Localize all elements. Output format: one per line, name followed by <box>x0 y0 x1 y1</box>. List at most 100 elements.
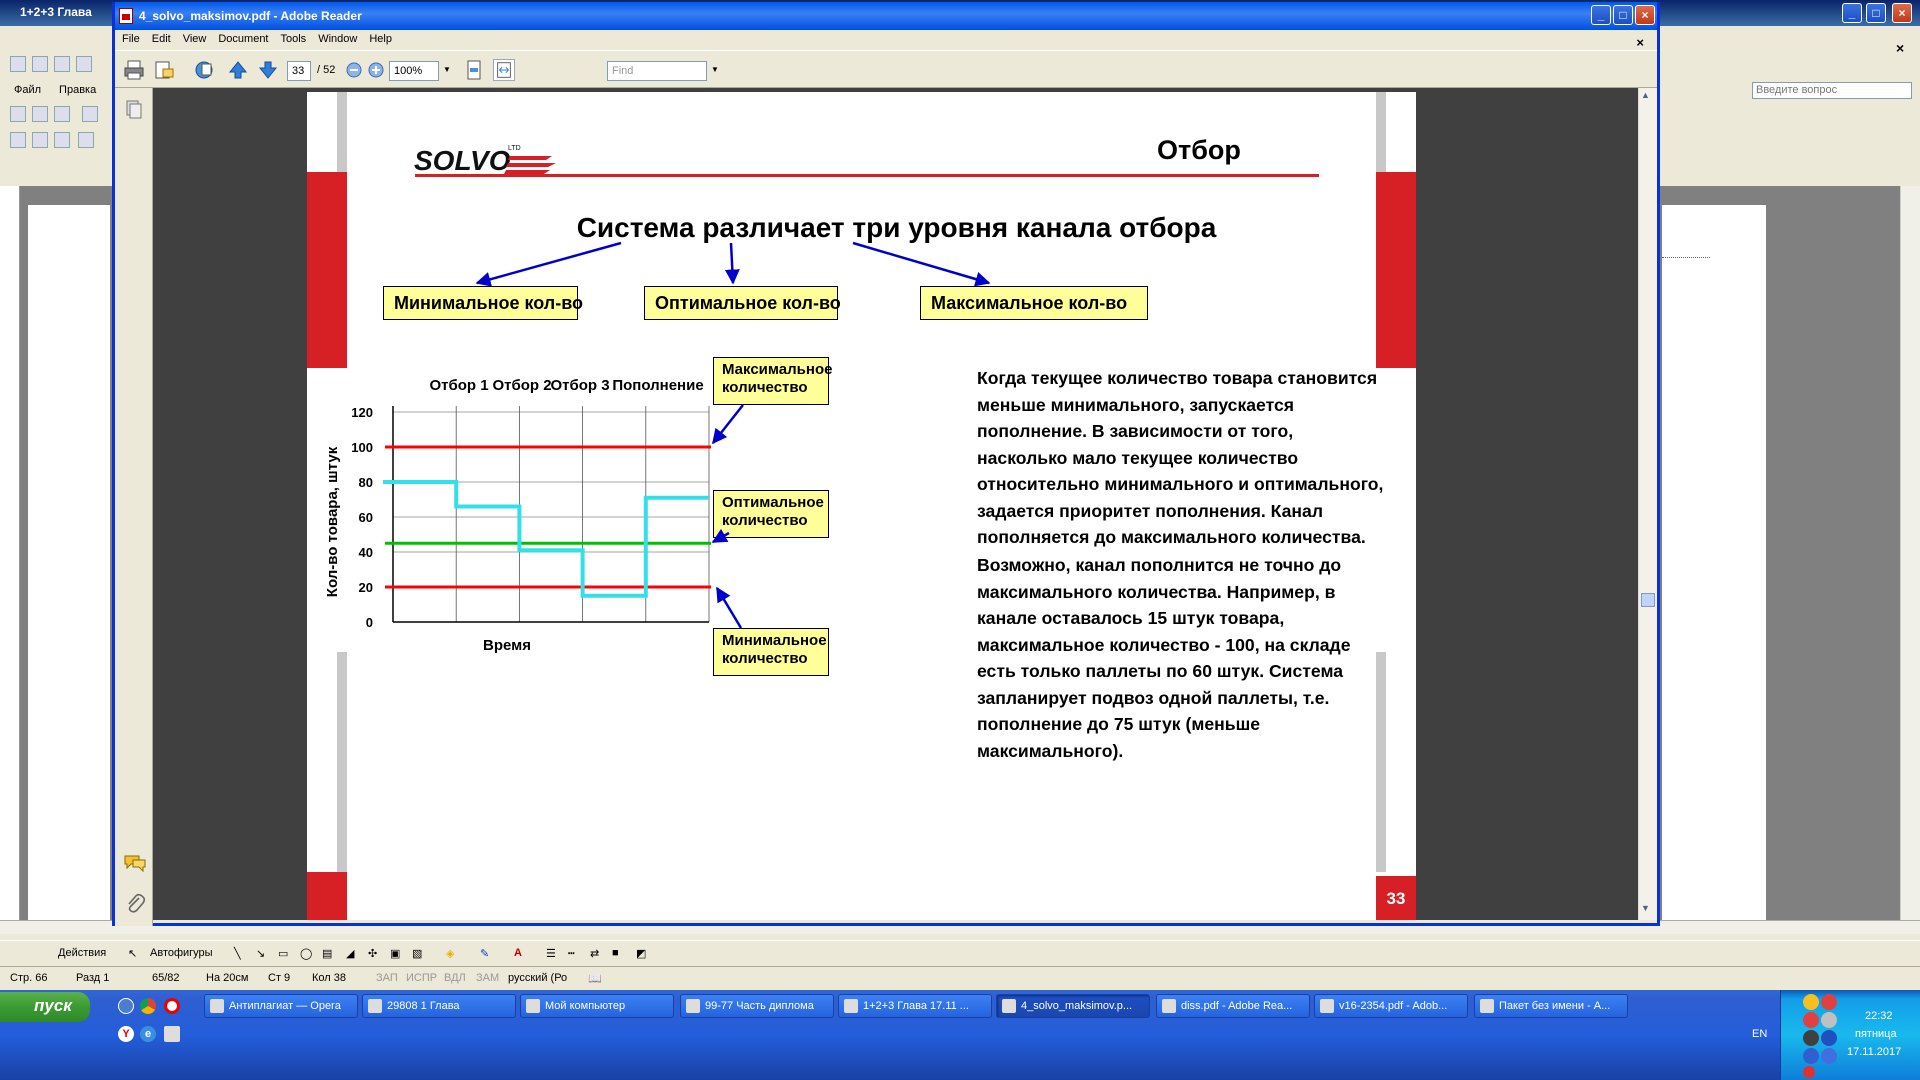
tray-icon-1[interactable] <box>1803 994 1819 1010</box>
skype-icon[interactable] <box>164 1026 180 1042</box>
ie-icon[interactable]: e <box>140 1026 156 1042</box>
page-number-input[interactable]: 33 <box>287 61 311 81</box>
menu-file[interactable]: File <box>115 30 145 45</box>
word-vertical-scrollbar[interactable] <box>1900 186 1920 920</box>
fit-page-icon[interactable] <box>463 59 485 81</box>
email-icon[interactable] <box>153 59 175 81</box>
menu-help[interactable]: Help <box>362 30 397 45</box>
status-ovr[interactable]: ЗАМ <box>476 972 499 984</box>
yandex-icon[interactable]: Y <box>118 1026 134 1042</box>
open-icon[interactable] <box>32 56 48 72</box>
zoom-dropdown-icon[interactable]: ▼ <box>443 65 451 74</box>
autoshapes-menu[interactable]: Автофигуры <box>150 947 213 959</box>
menu-edit[interactable]: Edit <box>145 30 176 45</box>
next-page-icon[interactable] <box>257 59 279 81</box>
arrow-tool-icon[interactable]: ↘ <box>256 947 265 960</box>
close-document-icon[interactable]: × <box>1629 32 1649 50</box>
ask-question-input[interactable]: Введите вопрос <box>1752 82 1912 99</box>
comments-icon[interactable] <box>123 854 147 872</box>
antivirus-icon[interactable] <box>1803 1066 1815 1078</box>
menu-document[interactable]: Document <box>211 30 273 45</box>
show-desktop-icon[interactable] <box>118 998 134 1014</box>
close-doc-icon[interactable]: × <box>1896 40 1904 56</box>
spellcheck-icon[interactable]: 📖 <box>588 972 602 985</box>
find-input[interactable]: Find <box>607 61 707 81</box>
clock-time[interactable]: 22:32 <box>1865 1010 1893 1022</box>
taskbar-button-word1[interactable]: 29808 1 Глава <box>362 994 516 1018</box>
shadow-icon[interactable]: ■ <box>612 947 619 959</box>
fill-color-icon[interactable]: ◈ <box>446 947 454 960</box>
clipart-icon[interactable]: ▣ <box>390 947 400 960</box>
dash-style-icon[interactable]: ┅ <box>568 947 575 960</box>
wordart-icon[interactable]: ◢ <box>346 947 354 960</box>
chrome-icon[interactable] <box>140 998 156 1014</box>
taskbar-button-opera[interactable]: Антиплагиат — Opera <box>204 994 358 1018</box>
tray-icon-6[interactable] <box>1821 1030 1837 1046</box>
save-icon[interactable] <box>54 56 70 72</box>
reader-close-button[interactable]: × <box>1635 5 1655 25</box>
reader-minimize-button[interactable]: _ <box>1591 5 1611 25</box>
line-tool-icon[interactable]: ╲ <box>234 947 241 960</box>
oval-tool-icon[interactable]: ◯ <box>300 947 312 960</box>
table-icon[interactable] <box>54 106 70 122</box>
spelling-icon[interactable] <box>78 132 94 148</box>
eraser-icon[interactable] <box>32 106 48 122</box>
print-icon[interactable] <box>76 56 92 72</box>
zoom-out-icon[interactable] <box>345 61 363 79</box>
maximize-button[interactable]: □ <box>1866 3 1886 23</box>
line-color-icon[interactable]: ✎ <box>480 947 489 960</box>
tray-icon-4[interactable] <box>1821 1012 1837 1028</box>
network-icon[interactable] <box>1803 1048 1819 1064</box>
new-doc-icon[interactable] <box>10 56 26 72</box>
collaborate-icon[interactable] <box>193 59 215 81</box>
pages-icon[interactable] <box>125 100 143 120</box>
scroll-up-icon[interactable]: ▲ <box>1641 90 1650 100</box>
start-button[interactable]: пуск <box>0 992 90 1022</box>
taskbar-button-diss[interactable]: diss.pdf - Adobe Rea... <box>1156 994 1310 1018</box>
status-trk[interactable]: ИСПР <box>406 972 437 984</box>
reader-vertical-scrollbar[interactable]: ▲ ▼ <box>1638 88 1657 920</box>
3d-icon[interactable]: ◩ <box>636 947 646 960</box>
rectangle-tool-icon[interactable]: ▭ <box>278 947 288 960</box>
close-button[interactable]: × <box>1892 3 1912 23</box>
find-dropdown-icon[interactable]: ▼ <box>711 65 719 74</box>
prev-page-icon[interactable] <box>227 59 249 81</box>
opera-icon[interactable] <box>164 998 180 1014</box>
select-arrow-icon[interactable]: ↖ <box>128 947 137 960</box>
print-icon[interactable] <box>123 59 145 81</box>
taskbar-button-mycomputer[interactable]: Мой компьютер <box>520 994 674 1018</box>
menu-tools[interactable]: Tools <box>274 30 312 45</box>
scroll-thumb[interactable] <box>1641 593 1655 607</box>
draw-table-icon[interactable] <box>10 106 26 122</box>
textbox-icon[interactable]: ▤ <box>322 947 332 960</box>
zoom-select[interactable]: 100% <box>389 61 439 81</box>
minimize-button[interactable]: _ <box>1842 3 1862 23</box>
taskbar-button-word2[interactable]: 1+2+3 Глава 17.11 ... <box>838 994 992 1018</box>
attachment-icon[interactable] <box>125 892 145 914</box>
arrow-style-icon[interactable]: ⇄ <box>590 947 599 960</box>
checkmark-icon[interactable] <box>82 106 98 122</box>
font-color-icon[interactable]: A <box>514 947 522 959</box>
actions-menu[interactable]: Действия <box>58 947 106 959</box>
word-menu-edit[interactable]: Правка <box>59 84 96 96</box>
view-icon[interactable] <box>10 132 26 148</box>
columns-icon[interactable] <box>54 132 70 148</box>
reader-maximize-button[interactable]: □ <box>1613 5 1633 25</box>
tray-icon-8[interactable] <box>1821 1048 1837 1064</box>
scroll-down-icon[interactable]: ▼ <box>1641 903 1650 913</box>
tray-icon-3[interactable] <box>1803 1012 1819 1028</box>
picture-icon[interactable]: ▧ <box>412 947 422 960</box>
taskbar-button-package[interactable]: Пакет без имени - A... <box>1474 994 1628 1018</box>
language-indicator[interactable]: EN <box>1752 1028 1767 1040</box>
menu-window[interactable]: Window <box>311 30 362 45</box>
volume-icon[interactable] <box>1803 1030 1819 1046</box>
fit-width-icon[interactable] <box>493 59 515 81</box>
line-style-icon[interactable]: ☰ <box>546 947 556 960</box>
word-menu-file[interactable]: Файл <box>14 84 41 96</box>
zoom-in-icon[interactable] <box>367 61 385 79</box>
taskbar-button-v16[interactable]: v16-2354.pdf - Adob... <box>1314 994 1468 1018</box>
tray-icon-2[interactable] <box>1821 994 1837 1010</box>
status-rec[interactable]: ЗАП <box>376 972 398 984</box>
menu-view[interactable]: View <box>176 30 212 45</box>
taskbar-button-reader-active[interactable]: 4_solvo_maksimov.p... <box>996 994 1150 1018</box>
